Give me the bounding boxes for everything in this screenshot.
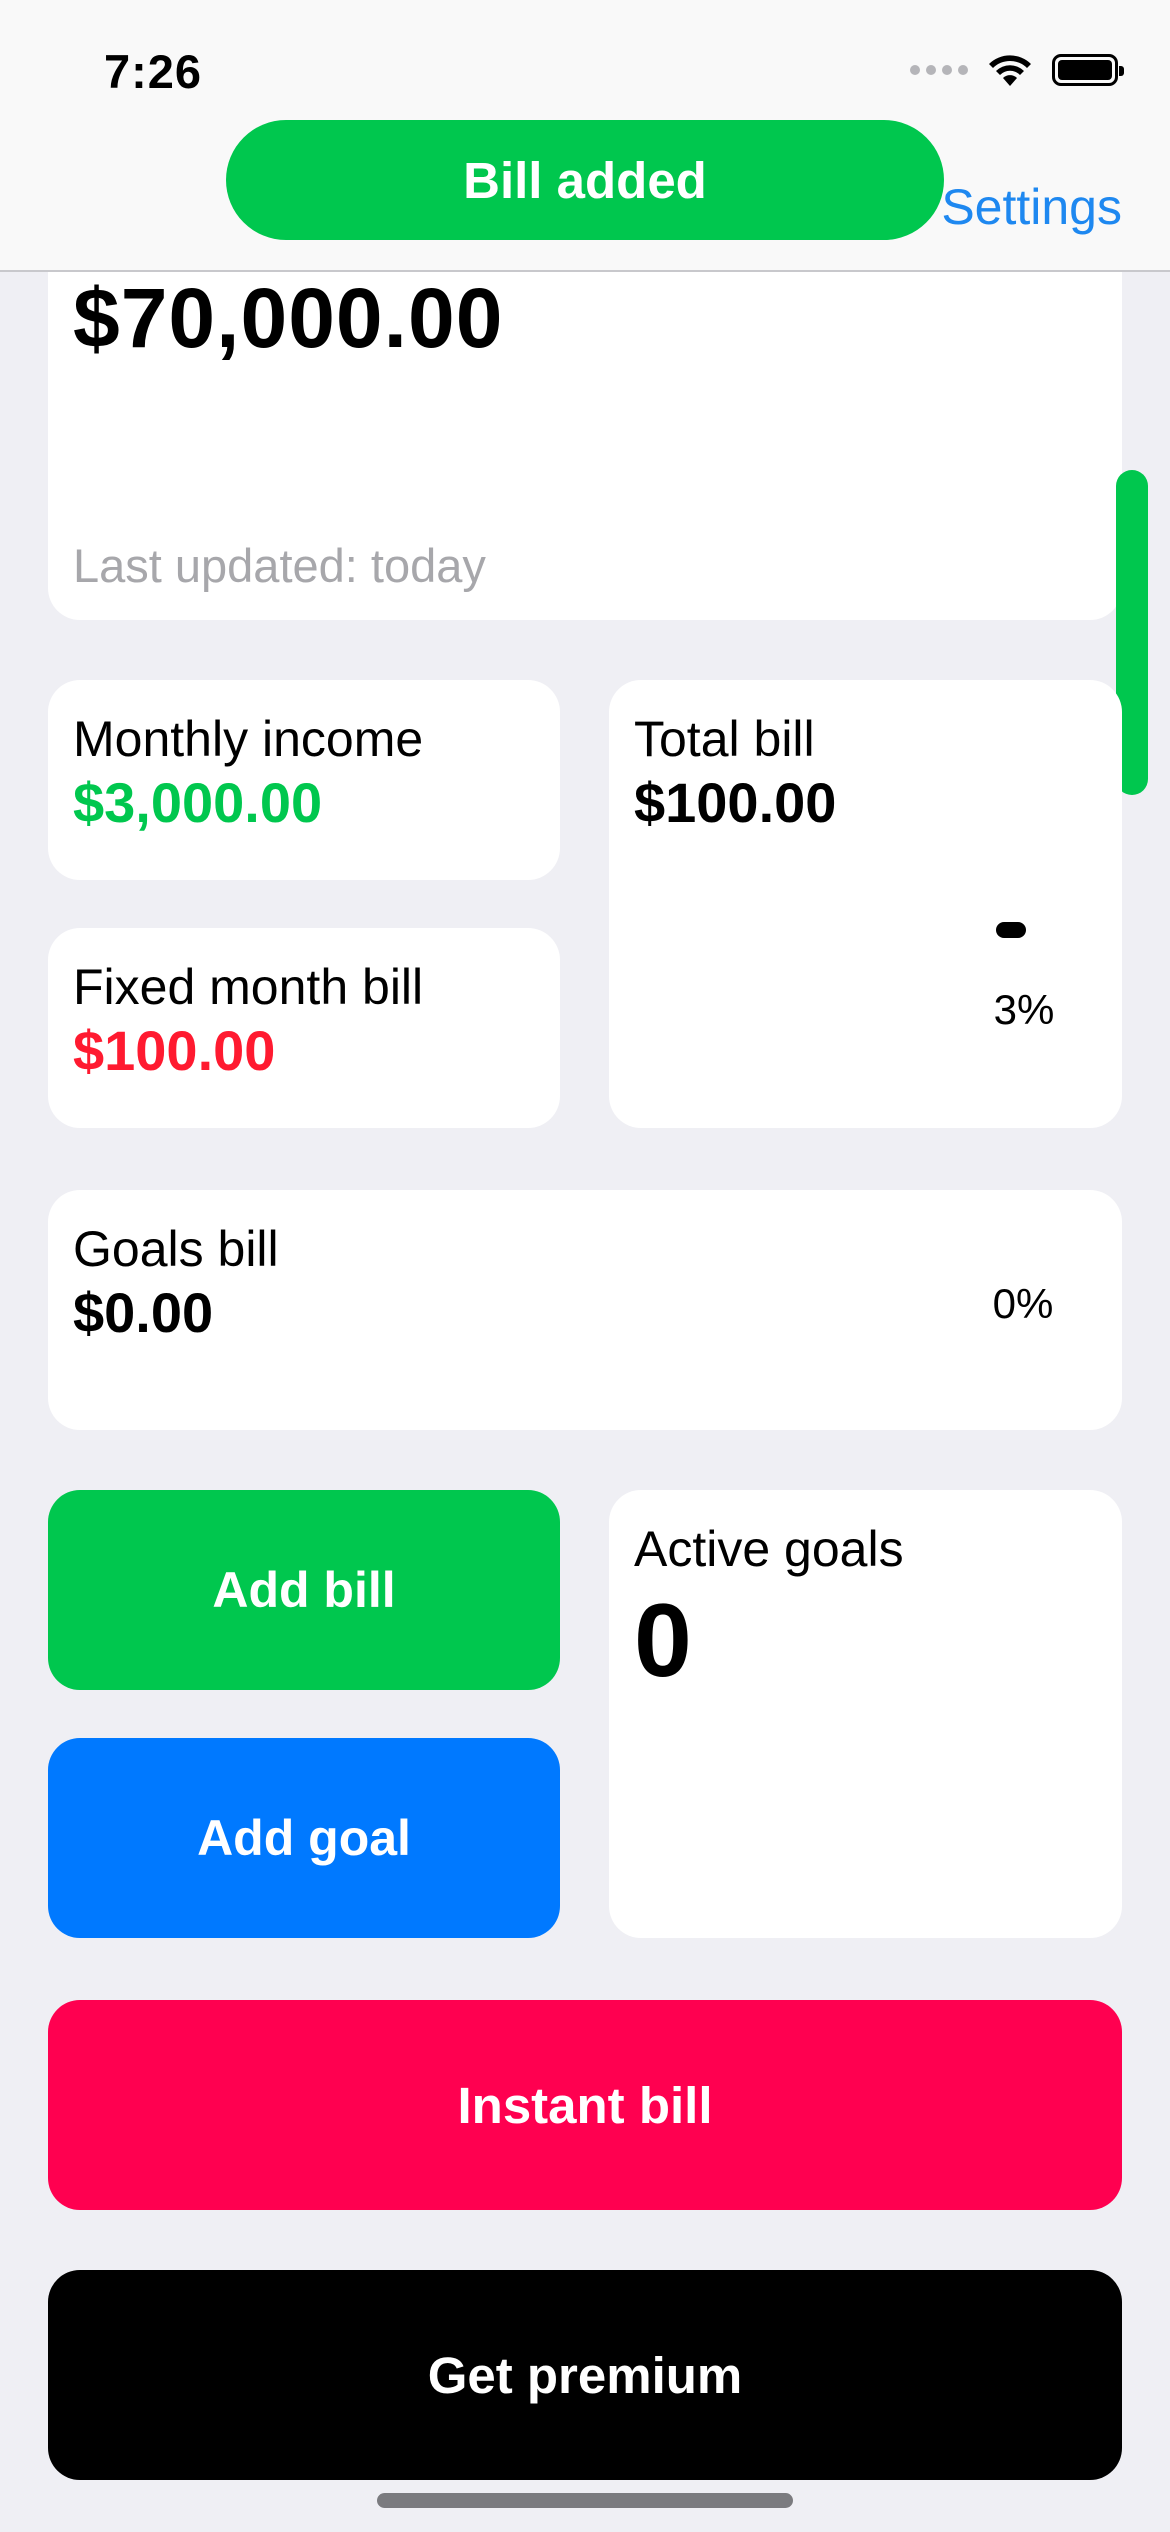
active-goals-label: Active goals bbox=[634, 1521, 904, 1577]
status-icons bbox=[910, 52, 1124, 88]
total-bill-progress-bar bbox=[996, 922, 1026, 938]
home-indicator[interactable] bbox=[377, 2493, 793, 2508]
toast-bill-added: Bill added bbox=[226, 120, 944, 240]
total-bill-value: $100.00 bbox=[634, 771, 837, 834]
wifi-icon bbox=[989, 55, 1031, 86]
get-premium-button[interactable]: Get premium bbox=[48, 2270, 1122, 2480]
balance-amount: $70,000.00 bbox=[73, 271, 504, 365]
fixed-bill-label: Fixed month bill bbox=[73, 959, 424, 1015]
total-bill-label: Total bill bbox=[634, 711, 815, 767]
battery-icon bbox=[1052, 54, 1124, 86]
active-goals-card[interactable]: Active goals 0 bbox=[609, 1490, 1122, 1938]
signal-icon bbox=[910, 65, 968, 75]
active-goals-value: 0 bbox=[634, 1583, 692, 1699]
total-bill-percent: 3% bbox=[993, 986, 1055, 1033]
screen: 7:26 Settings Bill added $70,000.00 Last… bbox=[0, 0, 1170, 2532]
goals-bill-percent: 0% bbox=[992, 1280, 1054, 1327]
income-value: $3,000.00 bbox=[73, 771, 323, 834]
last-updated-text: Last updated: today bbox=[73, 539, 486, 592]
goals-bill-value: $0.00 bbox=[73, 1281, 214, 1344]
monthly-income-card[interactable]: Monthly income $3,000.00 bbox=[48, 680, 560, 880]
goals-bill-card[interactable]: Goals bill $0.00 0% bbox=[48, 1190, 1122, 1430]
income-label: Monthly income bbox=[73, 711, 424, 767]
add-bill-button[interactable]: Add bill bbox=[48, 1490, 560, 1690]
total-bill-card[interactable]: Total bill $100.00 3% bbox=[609, 680, 1122, 1128]
fixed-bill-value: $100.00 bbox=[73, 1019, 276, 1082]
instant-bill-button[interactable]: Instant bill bbox=[48, 2000, 1122, 2210]
status-time: 7:26 bbox=[104, 45, 203, 98]
settings-link[interactable]: Settings bbox=[941, 178, 1122, 236]
add-goal-button[interactable]: Add goal bbox=[48, 1738, 560, 1938]
goals-bill-label: Goals bill bbox=[73, 1221, 279, 1277]
fixed-month-bill-card[interactable]: Fixed month bill $100.00 bbox=[48, 928, 560, 1128]
